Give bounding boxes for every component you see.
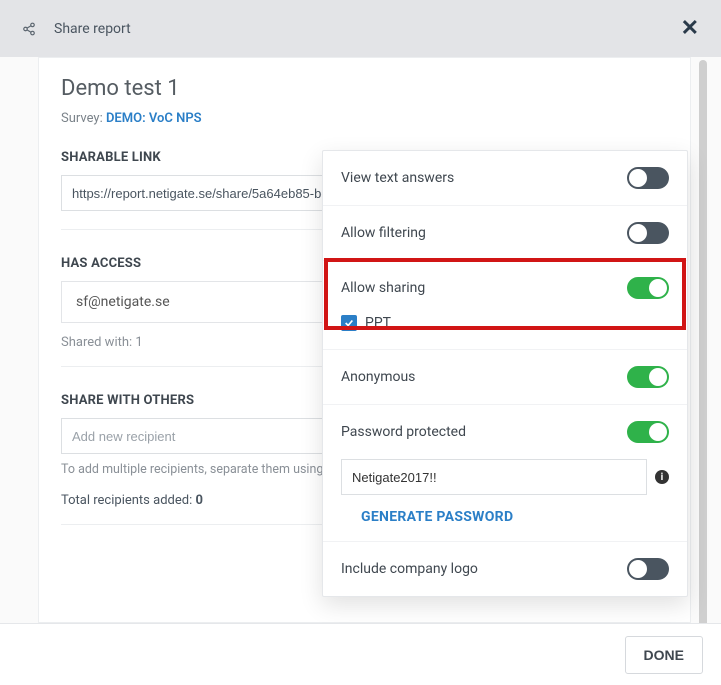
setting-allow-filtering: Allow filtering xyxy=(323,206,687,261)
setting-label: Anonymous xyxy=(341,369,415,385)
toggle-include-company-logo[interactable] xyxy=(627,558,669,580)
generate-password-link[interactable]: GENERATE PASSWORD xyxy=(361,509,513,525)
setting-label: Include company logo xyxy=(341,561,478,577)
toggle-allow-filtering[interactable] xyxy=(627,222,669,244)
access-email: sf@netigate.se xyxy=(76,294,170,310)
setting-allow-sharing: Allow sharing xyxy=(323,261,687,315)
ppt-checkbox-row[interactable]: PPT xyxy=(341,315,669,337)
report-title: Demo test 1 xyxy=(61,76,687,101)
setting-label: View text answers xyxy=(341,170,454,186)
survey-line: Survey: DEMO: VoC NPS xyxy=(61,111,687,126)
link-settings-popover: View text answers Allow filtering Allow … xyxy=(322,150,688,597)
setting-label: Allow sharing xyxy=(341,280,425,296)
toggle-view-text-answers[interactable] xyxy=(627,167,669,189)
ppt-label: PPT xyxy=(365,315,391,331)
setting-anonymous: Anonymous xyxy=(323,350,687,405)
dialog-footer: DONE xyxy=(0,623,721,685)
toggle-allow-sharing[interactable] xyxy=(627,277,669,299)
dialog-title: Share report xyxy=(54,21,131,37)
share-icon xyxy=(22,22,36,36)
survey-label: Survey: xyxy=(61,111,103,126)
setting-label: Allow filtering xyxy=(341,225,426,241)
allow-sharing-sub: PPT xyxy=(323,315,687,350)
survey-link[interactable]: DEMO: VoC NPS xyxy=(106,111,202,126)
setting-view-text-answers: View text answers xyxy=(323,151,687,206)
scrollbar[interactable] xyxy=(699,60,707,640)
checkbox-checked-icon xyxy=(341,315,357,331)
close-icon[interactable]: ✕ xyxy=(681,16,699,41)
toggle-anonymous[interactable] xyxy=(627,366,669,388)
setting-include-company-logo: Include company logo xyxy=(323,542,687,596)
info-icon[interactable]: i xyxy=(655,470,669,484)
setting-label: Password protected xyxy=(341,424,466,440)
done-button[interactable]: DONE xyxy=(625,636,703,674)
setting-password-protected: Password protected xyxy=(323,405,687,459)
toggle-password-protected[interactable] xyxy=(627,421,669,443)
password-field-row: i xyxy=(323,459,687,509)
dialog-header: Share report ✕ xyxy=(0,0,721,57)
password-input[interactable] xyxy=(341,459,647,495)
